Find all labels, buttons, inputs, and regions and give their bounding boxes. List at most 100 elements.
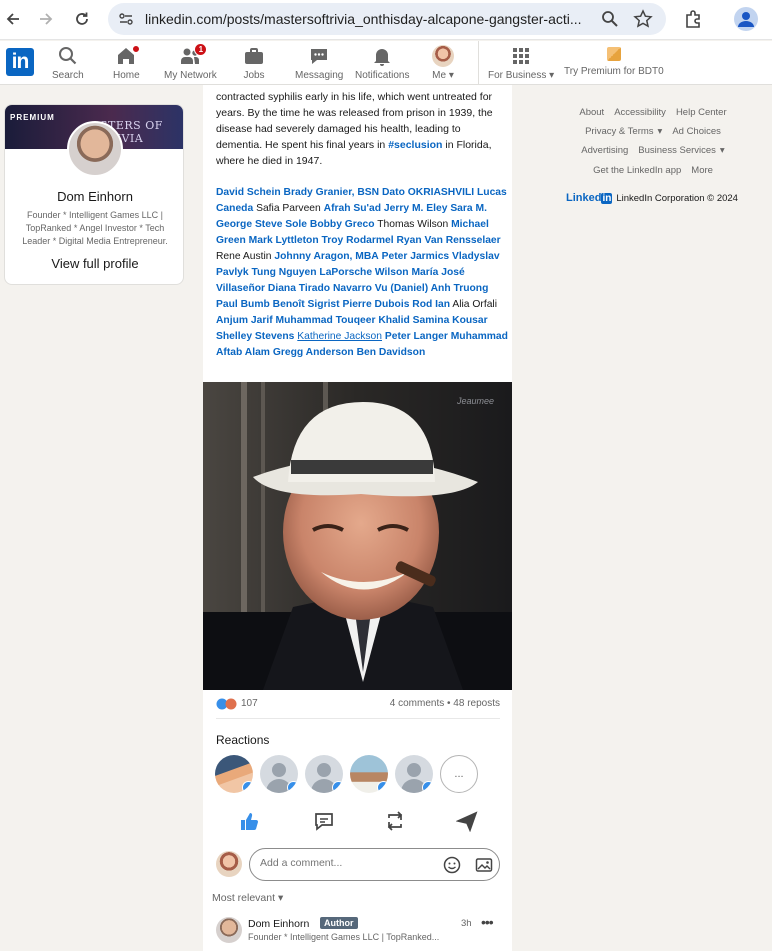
- profile-name[interactable]: Dom Einhorn: [5, 189, 183, 204]
- send-icon[interactable]: [456, 810, 478, 832]
- mention-text: Thomas Wilson: [377, 219, 449, 230]
- more-options-icon[interactable]: •••: [481, 914, 494, 930]
- nav-for-business[interactable]: For Business ▾: [488, 45, 554, 85]
- like-icon: [242, 781, 253, 793]
- mention-link[interactable]: Vu (Daniel) Anh Truong: [375, 283, 489, 294]
- premium-icon: [606, 47, 621, 61]
- mention-link[interactable]: Brady Granier, BSN: [284, 187, 380, 198]
- commenter-name[interactable]: Dom Einhorn: [248, 918, 309, 930]
- image-icon[interactable]: [475, 856, 493, 874]
- reaction-count[interactable]: 107: [241, 698, 258, 709]
- mention-link[interactable]: Pierre Dubois: [342, 299, 409, 310]
- footer-link[interactable]: Ad Choices: [672, 126, 721, 137]
- nav-jobs[interactable]: Jobs: [243, 45, 265, 85]
- mention-link[interactable]: Benoît Sigrist: [273, 299, 340, 310]
- mention-link[interactable]: Gregg Anderson: [273, 347, 354, 358]
- mention-link[interactable]: Paul Bumb: [216, 299, 270, 310]
- comment-box[interactable]: [249, 848, 500, 881]
- briefcase-icon: [245, 48, 263, 64]
- sort-comments-dropdown[interactable]: Most relevant ▾: [212, 892, 283, 904]
- nav-home[interactable]: Home: [113, 44, 142, 85]
- mention-link[interactable]: Bobby Greco: [310, 219, 375, 230]
- mention-link[interactable]: Afrah Su'ad: [324, 203, 381, 214]
- mention-link[interactable]: LaPorsche Wilson: [319, 267, 408, 278]
- mention-link[interactable]: Johnny Aragon, MBA: [274, 251, 378, 262]
- mention-link[interactable]: Tung Nguyen: [252, 267, 317, 278]
- mention-link[interactable]: Anjum Jarif: [216, 315, 273, 326]
- footer-link[interactable]: Help Center: [676, 107, 727, 118]
- comment-input[interactable]: [260, 857, 430, 869]
- mention-link[interactable]: Diana Tirado Navarro: [268, 283, 372, 294]
- address-bar[interactable]: linkedin.com/posts/mastersoftrivia_onthi…: [108, 3, 666, 35]
- footer-link[interactable]: About: [579, 107, 604, 118]
- post-image[interactable]: Jeaumee: [203, 382, 512, 690]
- nav-my-network[interactable]: 1 My Network: [164, 43, 217, 85]
- comment-icon[interactable]: [313, 810, 335, 832]
- emoji-icon[interactable]: [443, 856, 461, 874]
- nav-messaging[interactable]: Messaging: [295, 45, 343, 85]
- try-premium-link[interactable]: Try Premium for BDT0: [564, 47, 664, 77]
- reaction-icons[interactable]: [216, 698, 238, 710]
- like-icon[interactable]: [238, 810, 260, 832]
- nav-label: Notifications: [355, 70, 410, 81]
- commenter-avatar[interactable]: [216, 917, 242, 943]
- post-photo: [203, 382, 512, 690]
- footer-link[interactable]: Advertising: [581, 145, 628, 156]
- mention-link[interactable]: Dato OKRIASHVILI: [382, 187, 474, 198]
- mention-link[interactable]: Troy Rodarmel: [322, 235, 394, 246]
- forward-icon[interactable]: [35, 8, 57, 30]
- nav-label: Messaging: [295, 70, 344, 81]
- reactor-avatar[interactable]: [350, 755, 388, 793]
- home-icon: [115, 44, 142, 67]
- mention-link[interactable]: Steve Sole: [255, 219, 307, 230]
- mention-link[interactable]: Kousar: [452, 315, 487, 326]
- nav-divider: [478, 41, 479, 85]
- reactor-avatar[interactable]: [215, 755, 253, 793]
- view-full-profile-link[interactable]: View full profile: [5, 256, 183, 271]
- repost-icon[interactable]: [384, 810, 406, 832]
- bookmark-star-icon[interactable]: [633, 9, 653, 29]
- reload-icon[interactable]: [71, 8, 93, 30]
- mention-text: Alia Orfali: [452, 299, 497, 310]
- reactor-avatar[interactable]: [395, 755, 433, 793]
- footer-link[interactable]: Get the LinkedIn app: [593, 165, 681, 176]
- nav-notifications[interactable]: Notifications: [355, 45, 409, 85]
- mention-link[interactable]: David Schein: [216, 187, 281, 198]
- site-settings-icon[interactable]: [118, 11, 134, 27]
- footer-link[interactable]: Privacy & Terms ▾: [585, 126, 662, 137]
- profile-card: PREMIUM STERS OF TRIVIA Dom Einhorn Foun…: [4, 104, 184, 285]
- mention-link[interactable]: Peter Jarmics: [382, 251, 450, 262]
- reactor-avatar[interactable]: [260, 755, 298, 793]
- mention-link[interactable]: Ben Davidson: [357, 347, 426, 358]
- more-reactors-button[interactable]: ...: [440, 755, 478, 793]
- mention-link[interactable]: Khalid Samina: [378, 315, 449, 326]
- mention-link[interactable]: Jerry M. Eley: [384, 203, 448, 214]
- reactor-avatar[interactable]: [305, 755, 343, 793]
- linkedin-logo[interactable]: in: [6, 48, 34, 76]
- hashtag-link[interactable]: #seclusion: [388, 139, 442, 151]
- browser-profile-icon[interactable]: [734, 7, 758, 31]
- mention-link[interactable]: Shelley Stevens: [216, 331, 294, 342]
- post-actions: [216, 810, 500, 836]
- footer-link[interactable]: More: [691, 165, 713, 176]
- chat-icon: [311, 49, 328, 64]
- photo-watermark: Jeaumee: [456, 396, 494, 406]
- back-icon[interactable]: [2, 8, 24, 30]
- nav-search[interactable]: Search: [52, 45, 84, 85]
- url-text[interactable]: linkedin.com/posts/mastersoftrivia_onthi…: [145, 11, 600, 27]
- nav-me[interactable]: Me ▾: [432, 45, 454, 85]
- mention-link[interactable]: Peter Langer: [385, 331, 448, 342]
- footer-link[interactable]: Business Services ▾: [638, 145, 724, 156]
- profile-avatar[interactable]: [67, 121, 123, 177]
- comments-reposts-count[interactable]: 4 comments • 48 reposts: [390, 698, 500, 709]
- mention-link[interactable]: Muhammad Touqeer: [276, 315, 376, 326]
- zoom-icon[interactable]: [600, 9, 620, 29]
- footer-link[interactable]: Accessibility: [614, 107, 666, 118]
- mention-link[interactable]: Katherine Jackson: [297, 331, 382, 342]
- mention-link[interactable]: Mark Lyttleton: [249, 235, 319, 246]
- reactors-row: ...: [215, 755, 495, 795]
- mention-link[interactable]: Rod Ian: [412, 299, 450, 310]
- mention-link[interactable]: Ryan Van Rensselaer: [397, 235, 501, 246]
- like-icon: [377, 781, 388, 793]
- extensions-icon[interactable]: [682, 8, 704, 30]
